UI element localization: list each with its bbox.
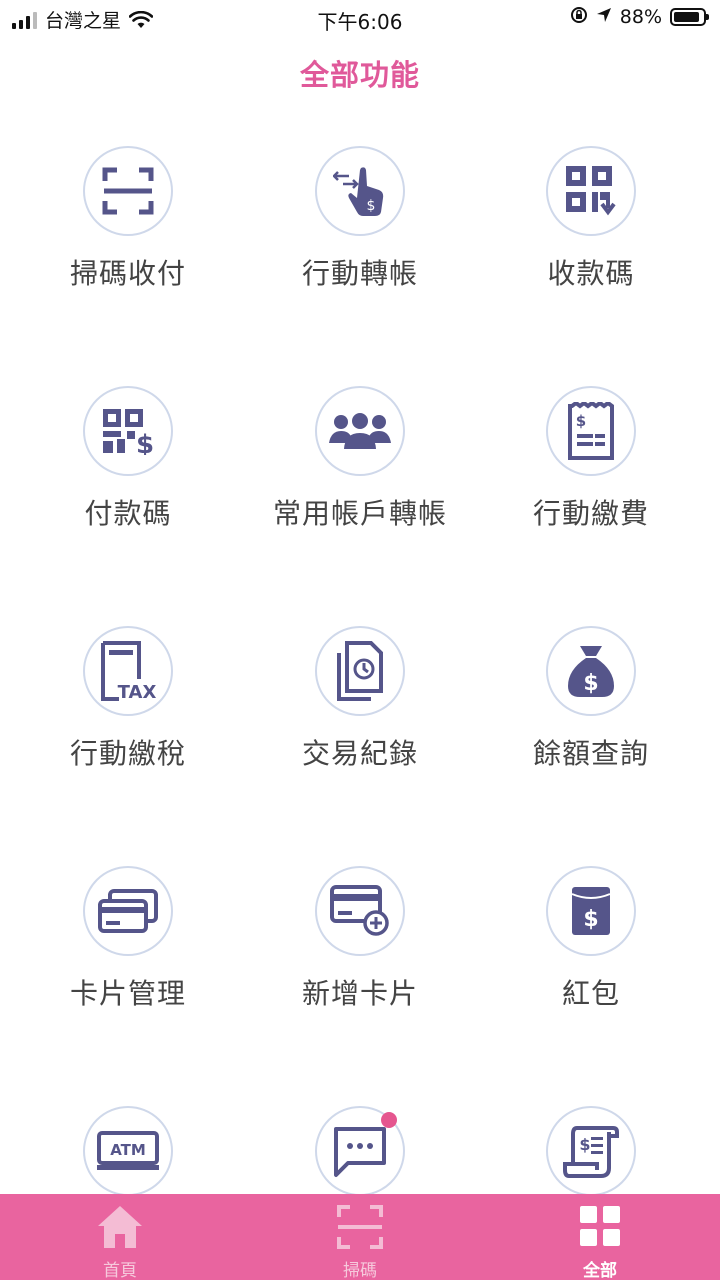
svg-text:$: $ [579, 1135, 590, 1154]
scan-icon [337, 1205, 383, 1249]
cards-icon [83, 866, 173, 956]
receipt-icon: $ [546, 386, 636, 476]
scan-frame-icon [83, 146, 173, 236]
function-label: 掃碼收付 [69, 257, 186, 290]
message-icon [315, 1106, 405, 1196]
function-label: 行動繳稅 [69, 737, 186, 770]
function-pay-code[interactable]: $ 付款碼 [8, 386, 248, 566]
location-arrow-icon [596, 7, 612, 27]
function-label: 付款碼 [84, 497, 172, 530]
function-transaction-records[interactable]: 交易紀錄 [240, 626, 480, 806]
tab-label: 全部 [583, 1261, 617, 1280]
svg-text:$: $ [583, 671, 598, 696]
atm-icon-text: ATM [110, 1141, 146, 1159]
battery-level-fill [674, 12, 699, 22]
tab-all[interactable]: 全部 [480, 1194, 720, 1280]
function-card-management[interactable]: 卡片管理 [8, 866, 248, 1046]
function-scan-pay[interactable]: 掃碼收付 [8, 146, 248, 326]
page-title: 全部功能 [299, 58, 420, 92]
grid-icon [580, 1206, 620, 1246]
svg-text:$: $ [136, 430, 154, 455]
svg-text:$: $ [367, 198, 376, 214]
tab-scan[interactable]: 掃碼 [240, 1194, 480, 1280]
home-icon [98, 1206, 142, 1248]
tab-label: 首頁 [103, 1261, 137, 1280]
battery-icon [670, 8, 709, 26]
function-label: 餘額查詢 [532, 737, 649, 770]
function-label: 卡片管理 [69, 977, 186, 1010]
qr-pay-icon: $ [83, 386, 173, 476]
function-balance-inquiry[interactable]: $ 餘額查詢 [471, 626, 711, 806]
bill-scroll-icon: $ [546, 1106, 636, 1196]
function-label: 收款碼 [547, 257, 635, 290]
tax-document-icon: TAX [83, 626, 173, 716]
function-red-envelope[interactable]: $ 紅包 [471, 866, 711, 1046]
function-label: 行動轉帳 [301, 257, 418, 290]
function-mobile-transfer[interactable]: $ 行動轉帳 [240, 146, 480, 326]
tab-home[interactable]: 首頁 [0, 1194, 240, 1280]
svg-text:$: $ [576, 412, 586, 430]
function-add-card[interactable]: 新增卡片 [240, 866, 480, 1046]
function-mobile-bill-pay[interactable]: $ 行動繳費 [471, 386, 711, 566]
function-receive-code[interactable]: 收款碼 [471, 146, 711, 326]
tab-bar: 首頁 掃碼 全部 [0, 1194, 720, 1280]
tax-icon-text: TAX [118, 682, 157, 701]
function-mobile-tax[interactable]: TAX 行動繳稅 [8, 626, 248, 806]
svg-text:$: $ [583, 907, 598, 932]
function-label: 常用帳戶轉帳 [272, 497, 447, 530]
battery-percent: 88% [619, 6, 662, 28]
orientation-lock-icon [570, 6, 588, 28]
qr-receive-icon [546, 146, 636, 236]
function-label: 新增卡片 [301, 977, 418, 1010]
tab-label: 掃碼 [343, 1261, 377, 1280]
hand-transfer-icon: $ [315, 146, 405, 236]
notification-dot [381, 1112, 397, 1128]
transaction-history-icon [315, 626, 405, 716]
add-card-icon [315, 866, 405, 956]
status-bar: 台灣之星 下午6:06 88% [0, 0, 720, 38]
function-label: 行動繳費 [532, 497, 649, 530]
group-people-icon [315, 386, 405, 476]
money-bag-icon: $ [546, 626, 636, 716]
function-label: 交易紀錄 [301, 737, 418, 770]
atm-icon: ATM [83, 1106, 173, 1196]
function-frequent-transfer[interactable]: 常用帳戶轉帳 [240, 386, 480, 566]
function-label: 紅包 [561, 977, 620, 1010]
red-envelope-icon: $ [546, 866, 636, 956]
